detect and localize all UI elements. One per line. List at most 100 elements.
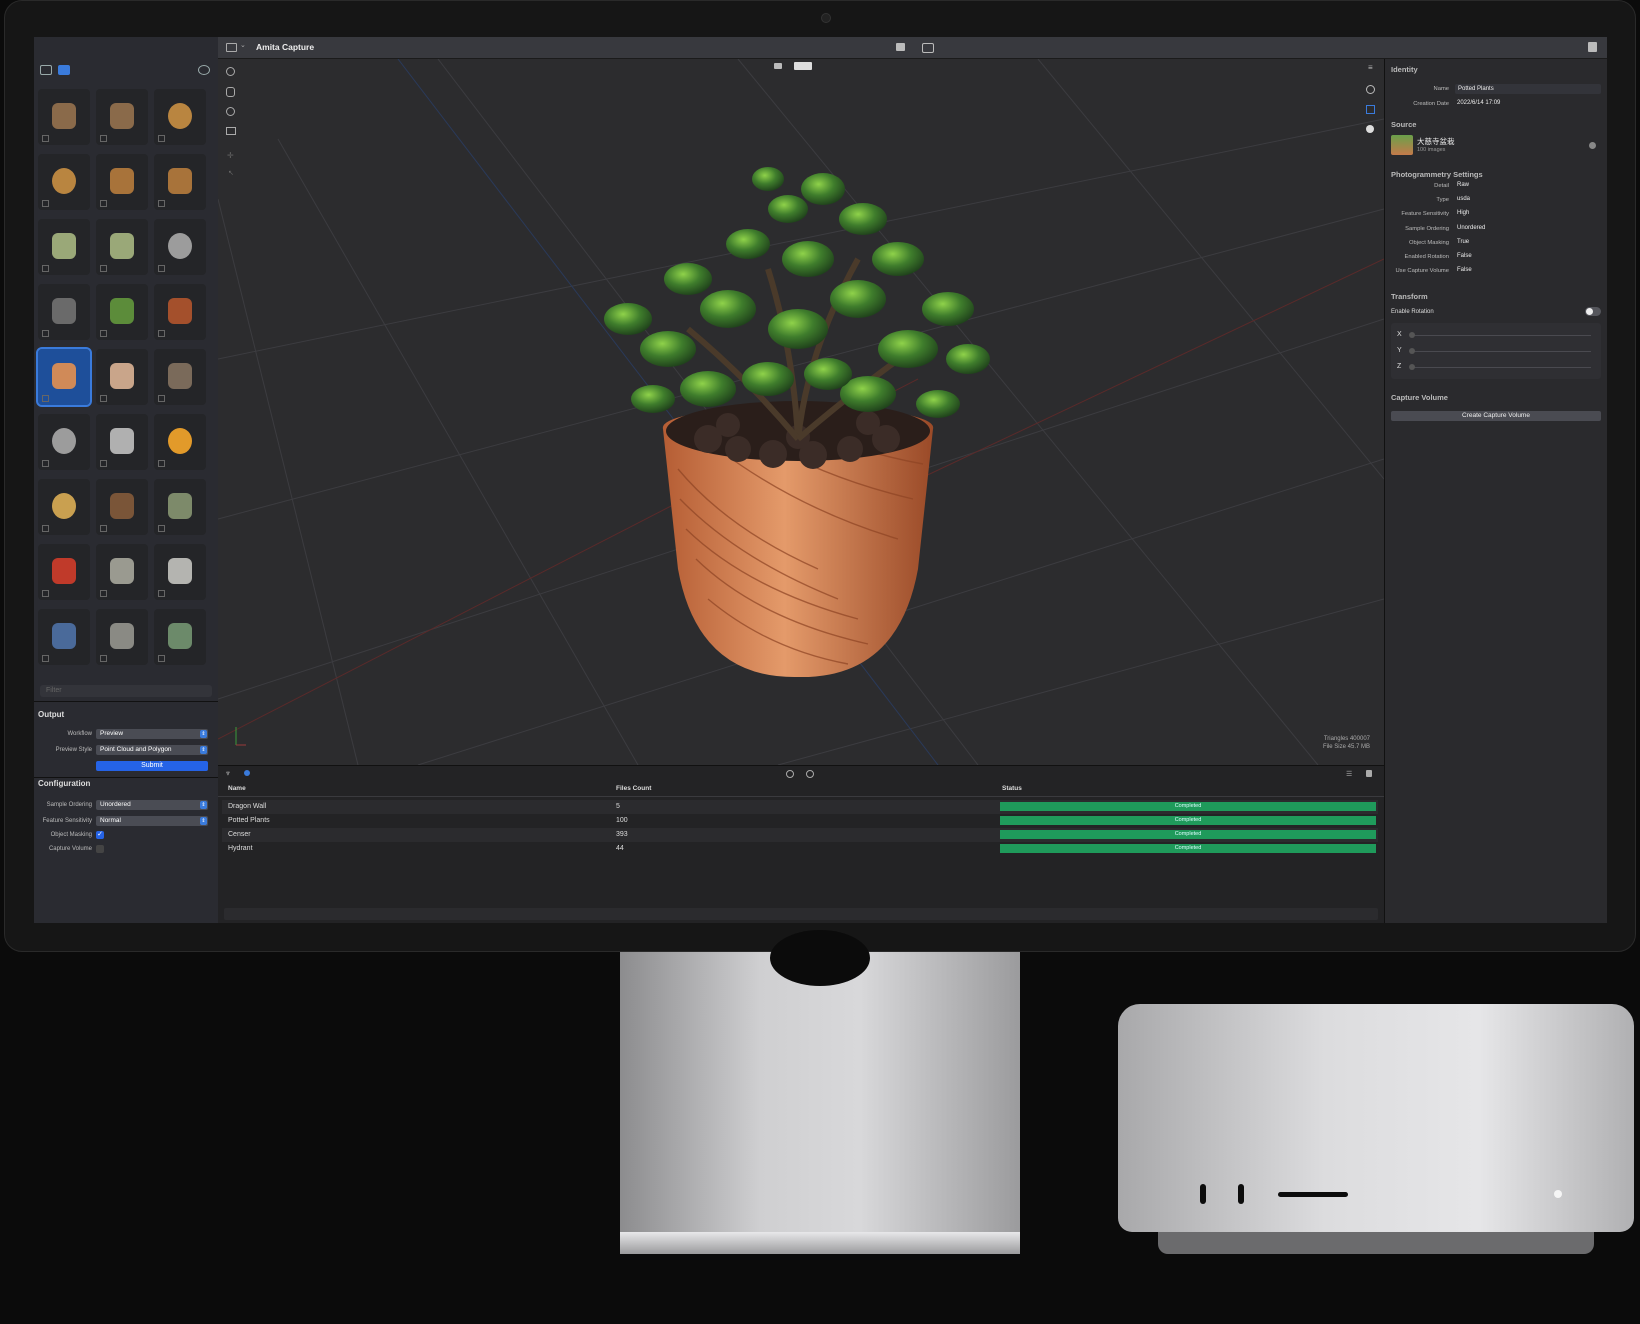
slider-knob[interactable] <box>1409 364 1415 370</box>
hydrant-preview <box>52 623 76 649</box>
thumbnail-dragon-plate[interactable] <box>154 219 206 275</box>
trash-icon[interactable] <box>1366 770 1372 777</box>
move-icon[interactable]: ✛ <box>227 151 234 160</box>
axis-gizmo-icon <box>235 727 246 746</box>
thumbnail-traffic-cone[interactable] <box>38 544 90 600</box>
target-icon[interactable] <box>1366 85 1375 94</box>
stop-icon[interactable] <box>806 770 814 778</box>
thumbnail-frog[interactable] <box>38 219 90 275</box>
filter-input[interactable]: Filter <box>40 685 212 697</box>
export-icon[interactable] <box>1588 42 1597 52</box>
axis-slider-x[interactable] <box>1411 335 1591 336</box>
thumbnail-dragon-wall[interactable] <box>96 544 148 600</box>
baguette-preview <box>110 168 134 194</box>
folder-icon[interactable] <box>40 65 52 75</box>
thumbnail-boot[interactable] <box>96 89 148 145</box>
thumbnail-train[interactable] <box>154 349 206 405</box>
workflow-select[interactable]: Preview ⇕ <box>96 729 208 739</box>
sd-card-slot <box>1278 1192 1348 1197</box>
create-capture-volume-button[interactable]: Create Capture Volume <box>1391 411 1601 421</box>
sample-ordering-select[interactable]: Unordered ⇕ <box>96 800 208 810</box>
info-icon[interactable] <box>1589 142 1596 149</box>
thumbnail-succulent[interactable] <box>96 284 148 340</box>
mac-studio-base <box>1158 1232 1594 1254</box>
table-row[interactable]: Potted Plants 100 Completed <box>222 814 1378 828</box>
enable-rotation-toggle[interactable] <box>1585 307 1601 316</box>
thumbnail-potato[interactable] <box>38 479 90 535</box>
table-row[interactable]: Dragon Wall 5 Completed <box>222 800 1378 814</box>
source-thumbnail[interactable] <box>1391 135 1413 155</box>
thumbnail-croissant[interactable] <box>154 414 206 470</box>
filter-funnel-icon[interactable]: ⩔ <box>226 770 230 778</box>
tag-icon <box>100 395 107 402</box>
thumbnail-stone[interactable] <box>154 479 206 535</box>
row-name: Potted Plants <box>228 817 270 824</box>
thumbnail-frog[interactable] <box>96 219 148 275</box>
thumbnail-censer[interactable] <box>154 544 206 600</box>
table-scrollbar[interactable] <box>224 908 1378 920</box>
camera-capture-icon[interactable] <box>922 43 934 53</box>
usb-c-port <box>1200 1184 1206 1204</box>
setting-key: Detail <box>1434 183 1449 189</box>
hand-icon[interactable] <box>226 87 235 97</box>
preview-style-select[interactable]: Point Cloud and Polygon ⇕ <box>96 745 208 755</box>
thumbnail-hydrant[interactable] <box>38 609 90 665</box>
submit-button[interactable]: Submit <box>96 761 208 771</box>
col-files-header[interactable]: Files Count <box>616 785 651 792</box>
sort-icon[interactable]: ☰ <box>1346 770 1352 778</box>
gear-icon[interactable] <box>1366 125 1374 133</box>
axis-slider-y[interactable] <box>1411 351 1591 352</box>
tag-icon <box>42 395 49 402</box>
col-name-header[interactable]: Name <box>228 785 246 792</box>
tag-icon <box>42 200 49 207</box>
thumbnail-head-bust[interactable] <box>96 349 148 405</box>
object-masking-checkbox[interactable]: ✓ <box>96 831 104 839</box>
eye-icon[interactable] <box>198 65 210 75</box>
thumbnail-bread[interactable] <box>38 154 90 210</box>
3d-viewport[interactable]: ✛ ↖ ≡ Triangles 400007 File Size 45.7 MB <box>218 59 1384 765</box>
sidebar-toggle-icon[interactable] <box>226 43 237 52</box>
thumbnail-baguette[interactable] <box>154 154 206 210</box>
axis-label-y: Y <box>1397 347 1402 354</box>
thumbnail-baguette[interactable] <box>96 154 148 210</box>
orbit-icon[interactable] <box>226 107 235 116</box>
capture-volume-checkbox[interactable] <box>96 845 104 853</box>
croissant-preview <box>168 428 192 454</box>
thumbnail-lantern[interactable] <box>38 284 90 340</box>
library-icon[interactable] <box>58 65 70 75</box>
zoom-icon[interactable] <box>226 67 235 76</box>
potted-plant-model[interactable] <box>568 149 1028 689</box>
slider-knob[interactable] <box>1409 332 1415 338</box>
thumbnail-buddha[interactable] <box>96 414 148 470</box>
slider-knob[interactable] <box>1409 348 1415 354</box>
layers-icon[interactable] <box>896 43 905 51</box>
database-icon[interactable] <box>244 770 250 776</box>
thumbnail-wood-barrel[interactable] <box>96 479 148 535</box>
thumbnail-lantern-tall[interactable] <box>96 609 148 665</box>
table-row[interactable]: Censer 393 Completed <box>222 828 1378 842</box>
display-mode-icon[interactable] <box>794 62 812 70</box>
list-icon[interactable]: ≡ <box>1368 63 1373 72</box>
succulent-preview <box>110 298 134 324</box>
thumbnail-dragon-plate[interactable] <box>38 414 90 470</box>
thumbnail-boot[interactable] <box>38 89 90 145</box>
tag-icon <box>158 525 165 532</box>
col-status-header[interactable]: Status <box>1002 785 1022 792</box>
pointer-icon[interactable]: ↖ <box>228 169 234 177</box>
feature-sensitivity-select[interactable]: Normal ⇕ <box>96 816 208 826</box>
source-name: 大慈寺盆栽 <box>1417 137 1455 146</box>
axis-slider-z[interactable] <box>1411 367 1591 368</box>
table-row[interactable]: Hydrant 44 Completed <box>222 842 1378 856</box>
name-field[interactable]: Potted Plants <box>1455 84 1601 94</box>
thumbnail-potted-plants[interactable] <box>36 347 92 407</box>
render-mode-icon[interactable] <box>774 63 782 69</box>
thumbnail-bread[interactable] <box>154 89 206 145</box>
record-icon[interactable] <box>786 770 794 778</box>
thumbnail-frog-statue[interactable] <box>154 609 206 665</box>
table-body: Dragon Wall 5 Completed Potted Plants 100 Com… <box>218 800 1384 870</box>
cube-icon[interactable] <box>1366 105 1375 114</box>
frame-icon[interactable] <box>226 127 236 135</box>
workflow-value: Preview <box>100 730 124 737</box>
thumbnail-planter[interactable] <box>154 284 206 340</box>
chevron-down-icon[interactable]: ⌄ <box>240 41 246 49</box>
